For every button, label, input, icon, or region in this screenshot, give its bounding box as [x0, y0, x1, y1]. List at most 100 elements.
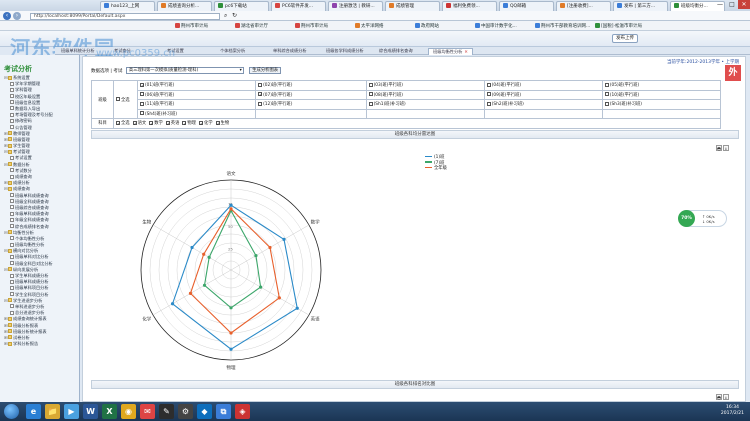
taskbar-app-icon[interactable]: ⚙	[178, 404, 193, 419]
print-icon[interactable]: 🖶	[716, 145, 722, 151]
browser-tab[interactable]: hao123_上网	[100, 1, 155, 11]
taskbar-app-icon[interactable]: e	[26, 404, 41, 419]
network-speed-widget[interactable]: 70% ↑ 0K/s ↓ 0K/s	[678, 210, 727, 227]
checkbox[interactable]	[140, 111, 144, 116]
class-option[interactable]: (Sh2)班(补习班)	[483, 99, 603, 110]
browser-tab[interactable]: 注册激活 | 教研...	[328, 1, 383, 11]
page-tab[interactable]: 综合成绩排名查询	[375, 48, 417, 55]
legend-item[interactable]: 全年级	[425, 166, 447, 172]
checkbox[interactable]	[258, 92, 263, 97]
class-option[interactable]: (04)班(平行班)	[483, 80, 603, 91]
taskbar-app-icon[interactable]: ▶	[64, 404, 79, 419]
checkbox[interactable]	[604, 82, 609, 87]
taskbar-app-icon[interactable]: X	[102, 404, 117, 419]
search-icon[interactable]: ⌕	[224, 12, 227, 20]
class-option[interactable]: (11)班(平行班)	[136, 99, 257, 110]
checkbox[interactable]	[116, 120, 120, 125]
stamp-badge[interactable]: 外	[725, 65, 741, 81]
print-icon[interactable]: 🖶	[716, 394, 722, 400]
favorite-link[interactable]: [国税]·松滋市审计局	[595, 23, 642, 29]
checkbox[interactable]	[140, 82, 144, 87]
close-icon[interactable]: ✕	[738, 0, 750, 9]
upload-button[interactable]: 发布上传	[612, 34, 638, 43]
class-option[interactable]: (07)班(平行班)	[255, 89, 367, 100]
checkbox[interactable]	[604, 101, 609, 106]
forward-icon[interactable]: ›	[13, 12, 21, 20]
class-option[interactable]: (05)班(平行班)	[601, 80, 722, 91]
checkbox[interactable]	[149, 120, 154, 125]
subject-option[interactable]: 化学	[198, 120, 213, 126]
maximize-icon[interactable]: □	[726, 0, 738, 9]
checkbox[interactable]	[604, 92, 609, 97]
class-option[interactable]: (12)班(平行班)	[255, 99, 367, 110]
sidebar-item[interactable]: ⊞ 学科分析报告	[4, 341, 78, 347]
checkbox[interactable]	[140, 92, 144, 97]
taskbar-app-icon[interactable]: ✎	[159, 404, 174, 419]
checkbox[interactable]	[368, 92, 373, 97]
browser-tab[interactable]: QQ邮箱	[499, 1, 554, 11]
taskbar-app-icon[interactable]: ✉	[140, 404, 155, 419]
address-input[interactable]: http://localhost:8099/Portal/Default.asp…	[30, 12, 220, 20]
taskbar-app-icon[interactable]: ⧉	[216, 404, 231, 419]
close-icon[interactable]: ✕	[464, 49, 468, 54]
class-option[interactable]: (09)班(平行班)	[483, 89, 603, 100]
subject-option[interactable]: 物理	[182, 120, 196, 126]
select-all-cell[interactable]: 全选	[113, 80, 138, 119]
minimize-icon[interactable]: —	[714, 0, 726, 9]
favorite-link[interactable]: 荆州市审计局	[295, 23, 328, 29]
generate-chart-button[interactable]: 生成分析图表	[249, 67, 282, 74]
taskbar-app-icon[interactable]: ◈	[235, 404, 250, 419]
favorite-link[interactable]: 荆州市审计局	[175, 23, 208, 29]
page-tab[interactable]: 班级各学科成绩分析	[322, 48, 368, 55]
class-option[interactable]: (Sh4)班(补习班)	[136, 108, 257, 119]
subject-option[interactable]: 全选	[116, 120, 130, 126]
class-option[interactable]: (08)班(平行班)	[365, 89, 485, 100]
checkbox[interactable]	[486, 82, 491, 87]
browser-tab[interactable]: [注册收费]...	[556, 1, 611, 11]
download-icon[interactable]: ⭳	[723, 145, 729, 151]
refresh-icon[interactable]: ↻	[232, 12, 237, 19]
checkbox[interactable]	[140, 101, 144, 106]
page-tab[interactable]: 班级均衡性分析 ✕	[428, 48, 473, 55]
checkbox[interactable]	[132, 120, 137, 125]
favorite-link[interactable]: 中国审计数字化...	[475, 23, 517, 29]
system-clock[interactable]: 16:34 2017/2/21	[721, 405, 744, 417]
class-option[interactable]: (Sh3)班(补习班)	[601, 99, 722, 110]
checkbox[interactable]	[116, 97, 120, 101]
taskbar-app-icon[interactable]: ◆	[197, 404, 212, 419]
subject-option[interactable]: 生物	[215, 120, 229, 126]
browser-tab[interactable]: 福利免费领...	[442, 1, 497, 11]
checkbox[interactable]	[198, 120, 203, 125]
checkbox[interactable]	[486, 101, 491, 106]
checkbox[interactable]	[258, 101, 263, 106]
page-tab[interactable]: 单科综合成绩分析	[269, 48, 311, 55]
subject-option[interactable]: 语文	[132, 120, 146, 126]
page-tab[interactable]: 个体档案分析	[216, 48, 249, 55]
taskbar-app-icon[interactable]: 📁	[45, 404, 60, 419]
start-button[interactable]	[4, 404, 19, 419]
checkbox[interactable]	[258, 82, 263, 87]
checkbox[interactable]	[368, 101, 373, 106]
class-option[interactable]: (03)班(平行班)	[365, 80, 485, 91]
favorite-link[interactable]: 太平洋网络	[355, 23, 384, 29]
checkbox[interactable]	[165, 120, 170, 125]
checkbox[interactable]	[486, 92, 491, 97]
checkbox[interactable]	[182, 120, 187, 125]
class-option[interactable]: (06)班(平行班)	[136, 89, 257, 100]
download-icon[interactable]: ⭳	[723, 394, 729, 400]
favorite-link[interactable]: 政府网站	[415, 23, 439, 29]
page-tab[interactable]: 班级单科统计分析	[57, 48, 99, 55]
browser-tab[interactable]: 成绩管理	[385, 1, 440, 11]
browser-tab[interactable]: PC6软件开发...	[271, 1, 326, 11]
favorite-link[interactable]: 荆州市干部教育培训网...	[535, 23, 590, 29]
favorite-link[interactable]: 湖北省审计厅	[235, 23, 268, 29]
checkbox[interactable]	[368, 82, 373, 87]
class-option[interactable]: (02)班(平行班)	[255, 80, 367, 91]
class-option[interactable]: (01)班(平行班)	[136, 80, 257, 91]
taskbar-app-icon[interactable]: ◉	[121, 404, 136, 419]
subject-option[interactable]: 英语	[165, 120, 179, 126]
checkbox[interactable]	[215, 120, 220, 125]
browser-tab[interactable]: 成绩查询分析...	[157, 1, 212, 11]
back-icon[interactable]: ‹	[3, 12, 11, 20]
class-option[interactable]: (10)班(平行班)	[601, 89, 722, 100]
